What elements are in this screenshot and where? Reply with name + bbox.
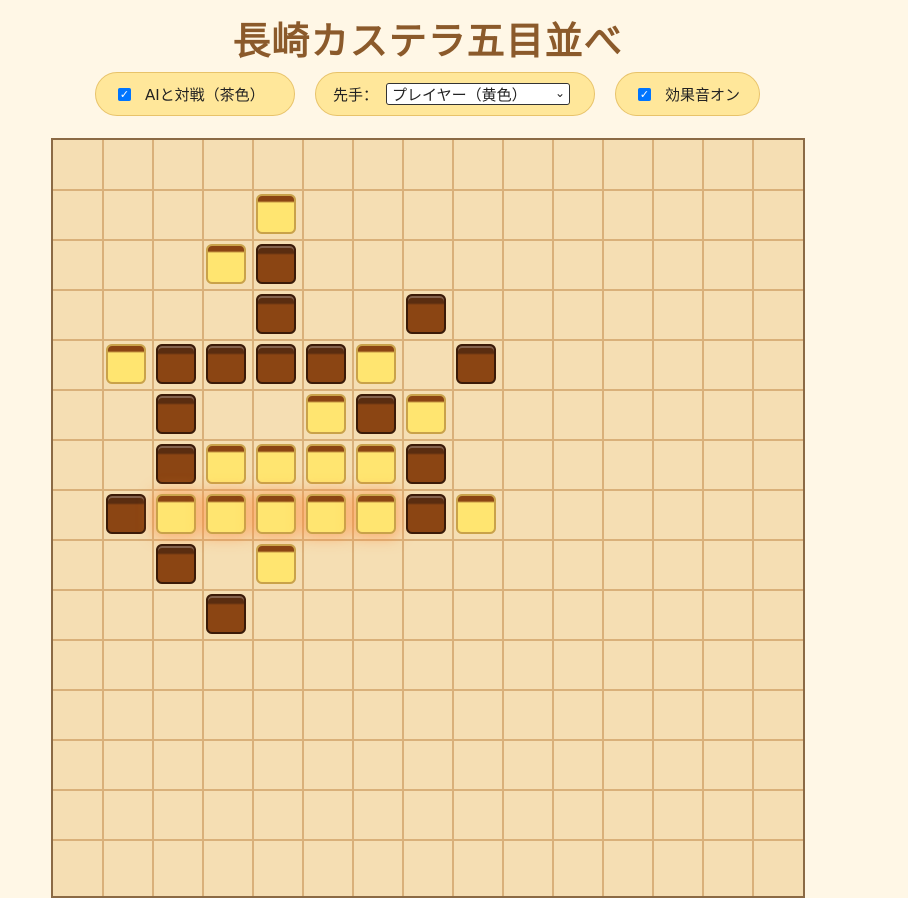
yellow-castella-piece xyxy=(356,344,396,384)
brown-castella-piece xyxy=(156,344,196,384)
brown-castella-piece xyxy=(106,494,146,534)
brown-castella-piece xyxy=(406,494,446,534)
brown-castella-piece xyxy=(356,394,396,434)
yellow-castella-piece xyxy=(406,394,446,434)
sound-toggle[interactable]: ✓ 効果音オン xyxy=(615,72,760,116)
yellow-castella-piece xyxy=(356,494,396,534)
ai-checkbox[interactable]: ✓ xyxy=(118,87,131,101)
brown-castella-piece xyxy=(156,394,196,434)
first-player-label: 先手： xyxy=(333,85,379,104)
brown-castella-piece xyxy=(206,344,246,384)
brown-castella-piece xyxy=(256,244,296,284)
brown-castella-piece xyxy=(306,344,346,384)
yellow-castella-piece xyxy=(256,194,296,234)
yellow-castella-piece xyxy=(106,344,146,384)
brown-castella-piece xyxy=(156,544,196,584)
yellow-castella-piece xyxy=(256,494,296,534)
brown-castella-piece xyxy=(256,344,296,384)
first-player-select[interactable]: プレイヤー（黄色） ⌄ xyxy=(386,83,571,105)
yellow-castella-piece xyxy=(456,494,496,534)
yellow-castella-piece xyxy=(206,494,246,534)
yellow-castella-piece xyxy=(306,494,346,534)
yellow-castella-piece xyxy=(206,244,246,284)
ai-label: AIと対戦（茶色） xyxy=(145,85,265,104)
brown-castella-piece xyxy=(256,294,296,334)
brown-castella-piece xyxy=(456,344,496,384)
yellow-castella-piece xyxy=(256,444,296,484)
brown-castella-piece xyxy=(406,294,446,334)
brown-castella-piece xyxy=(206,594,246,634)
yellow-castella-piece xyxy=(356,444,396,484)
yellow-castella-piece xyxy=(156,494,196,534)
ai-toggle[interactable]: ✓ AIと対戦（茶色） xyxy=(95,72,295,116)
yellow-castella-piece xyxy=(306,394,346,434)
yellow-castella-piece xyxy=(306,444,346,484)
yellow-castella-piece xyxy=(206,444,246,484)
sound-label: 効果音オン xyxy=(665,85,741,104)
brown-castella-piece xyxy=(406,444,446,484)
first-player-control: 先手： プレイヤー（黄色） ⌄ xyxy=(315,72,595,116)
first-player-value: プレイヤー（黄色） xyxy=(392,85,527,104)
controls-bar: ✓ AIと対戦（茶色） 先手： プレイヤー（黄色） ⌄ ✓ 効果音オン xyxy=(0,0,908,130)
sound-checkbox[interactable]: ✓ xyxy=(638,87,651,101)
game-board[interactable] xyxy=(51,138,805,898)
yellow-castella-piece xyxy=(256,544,296,584)
brown-castella-piece xyxy=(156,444,196,484)
chevron-down-icon: ⌄ xyxy=(554,86,566,100)
